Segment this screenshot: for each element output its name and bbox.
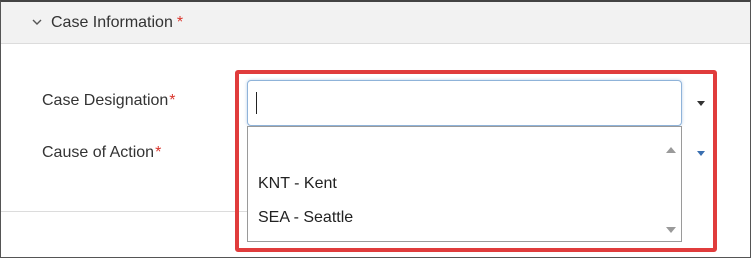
text-caret — [256, 92, 257, 114]
required-asterisk: * — [169, 92, 176, 109]
chevron-down-icon[interactable] — [31, 17, 43, 29]
option-knt-kent[interactable]: KNT - Kent — [258, 175, 337, 193]
case-designation-label-text: Case Designation — [42, 92, 169, 109]
scroll-up-arrow-icon[interactable] — [665, 141, 677, 153]
case-designation-input[interactable] — [247, 80, 682, 126]
section-header-case-information[interactable]: Case Information * — [1, 2, 750, 44]
caret-down-icon[interactable] — [694, 146, 708, 160]
scroll-down-arrow-icon[interactable] — [665, 221, 677, 233]
option-sea-seattle[interactable]: SEA - Seattle — [258, 209, 353, 227]
required-asterisk: * — [155, 144, 162, 161]
option-empty[interactable] — [258, 141, 638, 159]
case-designation-options-list[interactable]: KNT - Kent SEA - Seattle — [247, 126, 682, 242]
section-title: Case Information — [51, 13, 173, 31]
cause-of-action-label-text: Cause of Action — [42, 144, 155, 161]
divider — [1, 211, 247, 212]
cause-of-action-label: Cause of Action* — [42, 144, 161, 162]
case-designation-label: Case Designation* — [42, 92, 176, 110]
required-asterisk: * — [176, 13, 184, 31]
caret-down-icon[interactable] — [694, 96, 708, 110]
